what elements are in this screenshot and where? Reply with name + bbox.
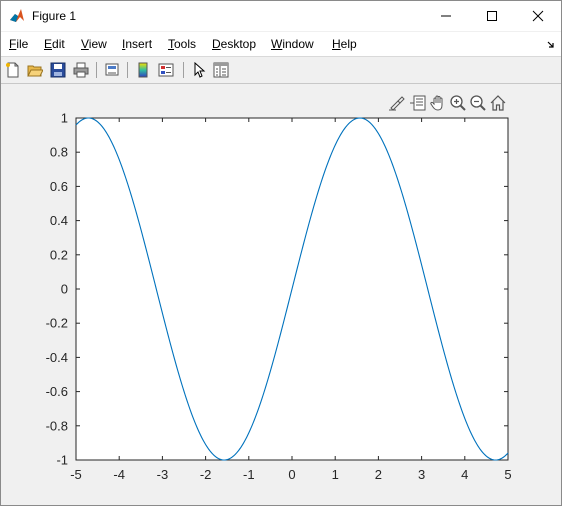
x-tick-label: -3 (157, 467, 169, 482)
x-tick-label: -5 (70, 467, 82, 482)
x-tick-label: 1 (332, 467, 339, 482)
y-tick-label: -0.4 (46, 350, 68, 365)
x-tick-label: -2 (200, 467, 212, 482)
x-tick-label: -1 (243, 467, 255, 482)
y-tick-label: -0.2 (46, 316, 68, 331)
x-tick-label: -4 (113, 467, 125, 482)
y-tick-label: 0.8 (50, 145, 68, 160)
y-tick-label: -0.8 (46, 418, 68, 433)
x-tick-label: 2 (375, 467, 382, 482)
y-tick-label: 0.2 (50, 247, 68, 262)
y-tick-label: 1 (61, 111, 68, 126)
y-tick-label: -1 (56, 453, 68, 468)
y-tick-label: 0.6 (50, 179, 68, 194)
x-tick-label: 5 (504, 467, 511, 482)
x-tick-label: 3 (418, 467, 425, 482)
plot-axes[interactable]: -5 -4 -3 -2 -1 0 1 2 3 4 5 1 0.8 0.6 0.4 0.2 0 -0.2 -0.4 -0… (1, 1, 561, 505)
y-tick-label: 0.4 (50, 213, 68, 228)
x-tick-label: 0 (288, 467, 295, 482)
figure-window: Figure 1 File Edit View Insert Tools Des… (0, 0, 562, 506)
y-tick-label: 0 (61, 282, 68, 297)
y-tick-label: -0.6 (46, 384, 68, 399)
x-tick-label: 4 (461, 467, 468, 482)
